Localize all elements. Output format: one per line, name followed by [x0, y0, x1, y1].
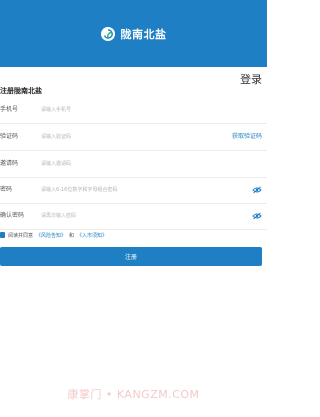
app-title: 陇南北盐 [120, 27, 167, 41]
confirm-password-row: 确认密码 [0, 203, 267, 230]
agreement-checkbox[interactable] [0, 232, 5, 238]
risk-notice-link[interactable]: 《风险告知》 [36, 232, 66, 239]
swirl-logo-icon [100, 26, 115, 41]
code-input[interactable] [41, 130, 211, 144]
code-label: 验证码 [0, 133, 19, 140]
password-label: 密码 [0, 186, 13, 193]
phone-label: 手机号 [0, 106, 19, 113]
password-row: 密码 [0, 177, 267, 204]
eye-hidden-icon[interactable] [252, 186, 262, 194]
password-input[interactable] [41, 183, 211, 197]
agreement-and: 和 [69, 232, 75, 239]
page-subtitle: 注册陇南北盐 [0, 87, 42, 95]
watermark: 康掌门 • KANGZM.COM [67, 388, 200, 401]
phone-row: 手机号 [0, 97, 267, 124]
get-code-button[interactable]: 获取验证码 [232, 124, 262, 150]
agreement: 阅读并同意 《风险告知》 和 《入市须知》 [0, 229, 107, 241]
confirm-password-input[interactable] [41, 209, 211, 223]
confirm-password-label: 确认密码 [0, 212, 25, 219]
agreement-prefix: 阅读并同意 [8, 232, 34, 239]
register-button[interactable]: 注册 [0, 247, 262, 266]
code-row: 验证码 获取验证码 [0, 124, 267, 151]
invite-row: 邀请码 [0, 151, 267, 178]
eye-hidden-icon[interactable] [252, 212, 262, 220]
login-link[interactable]: 登录 [240, 71, 262, 87]
invite-label: 邀请码 [0, 160, 19, 167]
invite-input[interactable] [41, 157, 211, 171]
phone-input[interactable] [41, 103, 211, 117]
app-header: 陇南北盐 [0, 0, 267, 67]
market-entry-link[interactable]: 《入市须知》 [77, 232, 107, 239]
